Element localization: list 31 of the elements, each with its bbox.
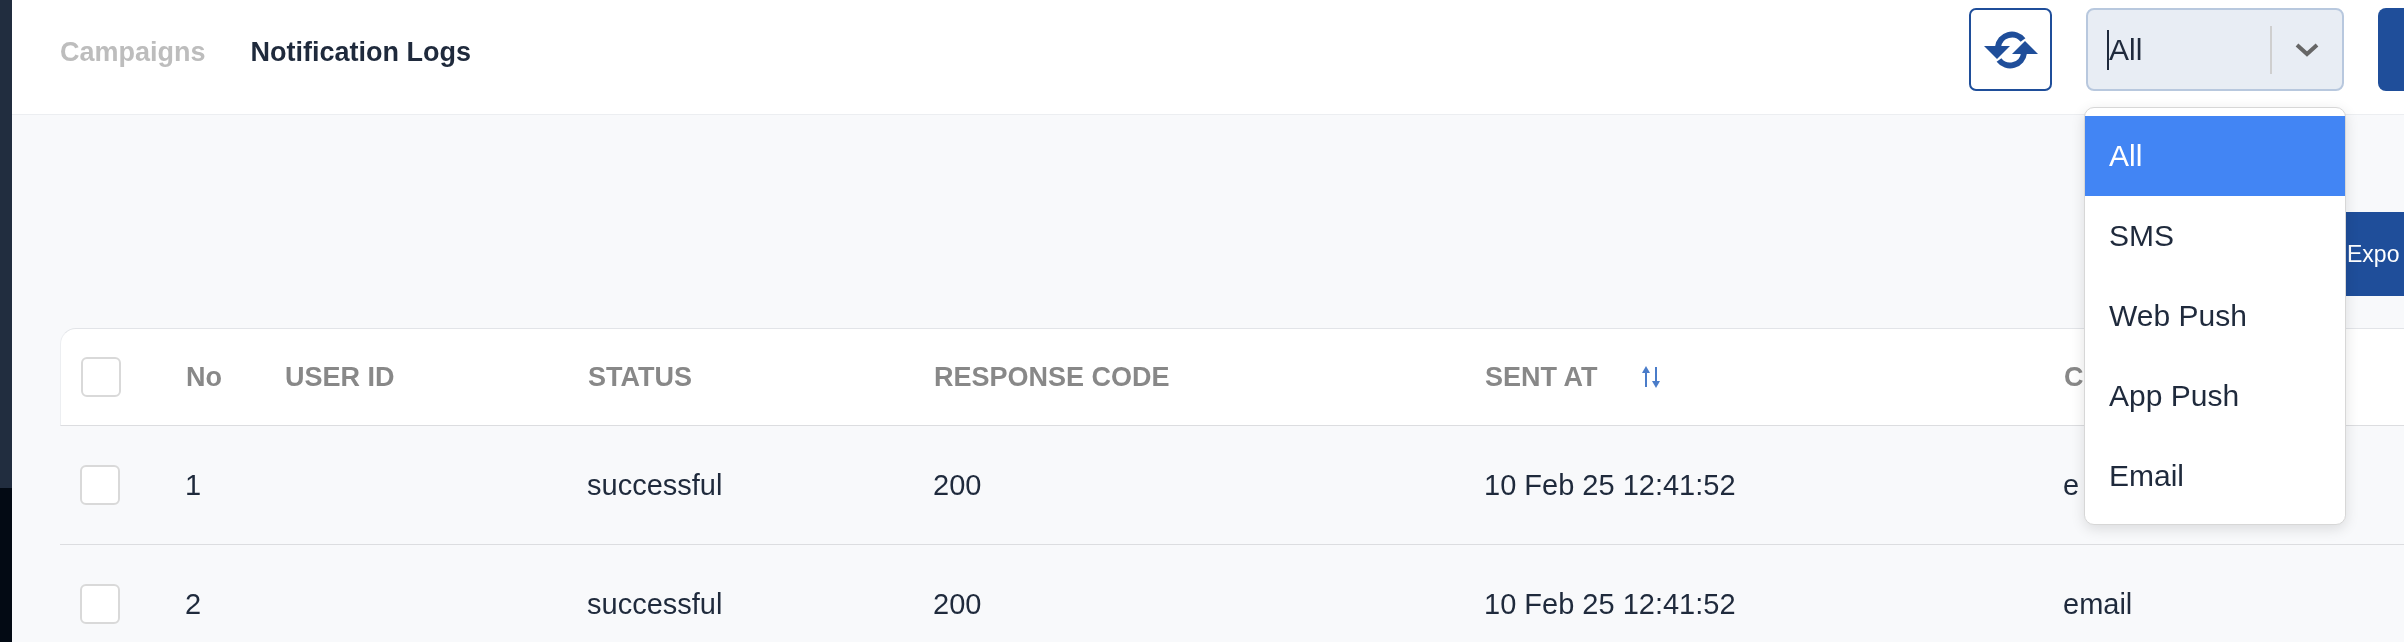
menu-option[interactable]: All — [2085, 116, 2345, 196]
column-header: USER ID — [285, 361, 395, 393]
table-cell: 10 Feb 25 12:41:52 — [1484, 587, 1736, 621]
checkbox[interactable] — [81, 357, 121, 397]
table-cell: 200 — [933, 468, 982, 502]
action-button[interactable] — [2378, 8, 2404, 91]
column-header: No — [186, 361, 222, 393]
table-cell: successful — [587, 468, 723, 502]
table-cell: email — [2063, 587, 2133, 621]
table-cell: successful — [587, 587, 723, 621]
menu-option[interactable]: App Push — [2085, 356, 2345, 436]
column-header: C — [2064, 361, 2084, 393]
table-cell: 1 — [185, 468, 202, 502]
menu-option[interactable]: Web Push — [2085, 276, 2345, 356]
checkbox[interactable] — [80, 584, 120, 624]
column-header: RESPONSE CODE — [934, 361, 1170, 393]
menu-option[interactable]: Email — [2085, 436, 2345, 516]
checkbox[interactable] — [80, 465, 120, 505]
sort-icon[interactable] — [1640, 365, 1661, 389]
text-cursor — [2107, 29, 2109, 70]
tab[interactable]: Notification Logs — [250, 35, 472, 69]
menu-option[interactable]: SMS — [2085, 196, 2345, 276]
table-cell: 10 Feb 25 12:41:52 — [1484, 468, 1736, 502]
table-cell: e — [2063, 468, 2080, 502]
channel-select[interactable]: All — [2086, 8, 2344, 91]
chevron-down-icon — [2294, 41, 2320, 58]
refresh-button[interactable] — [1969, 8, 2052, 91]
column-header: SENT AT — [1485, 361, 1598, 393]
table-cell: 2 — [185, 587, 202, 621]
table-cell: 200 — [933, 587, 982, 621]
column-header: STATUS — [588, 361, 692, 393]
